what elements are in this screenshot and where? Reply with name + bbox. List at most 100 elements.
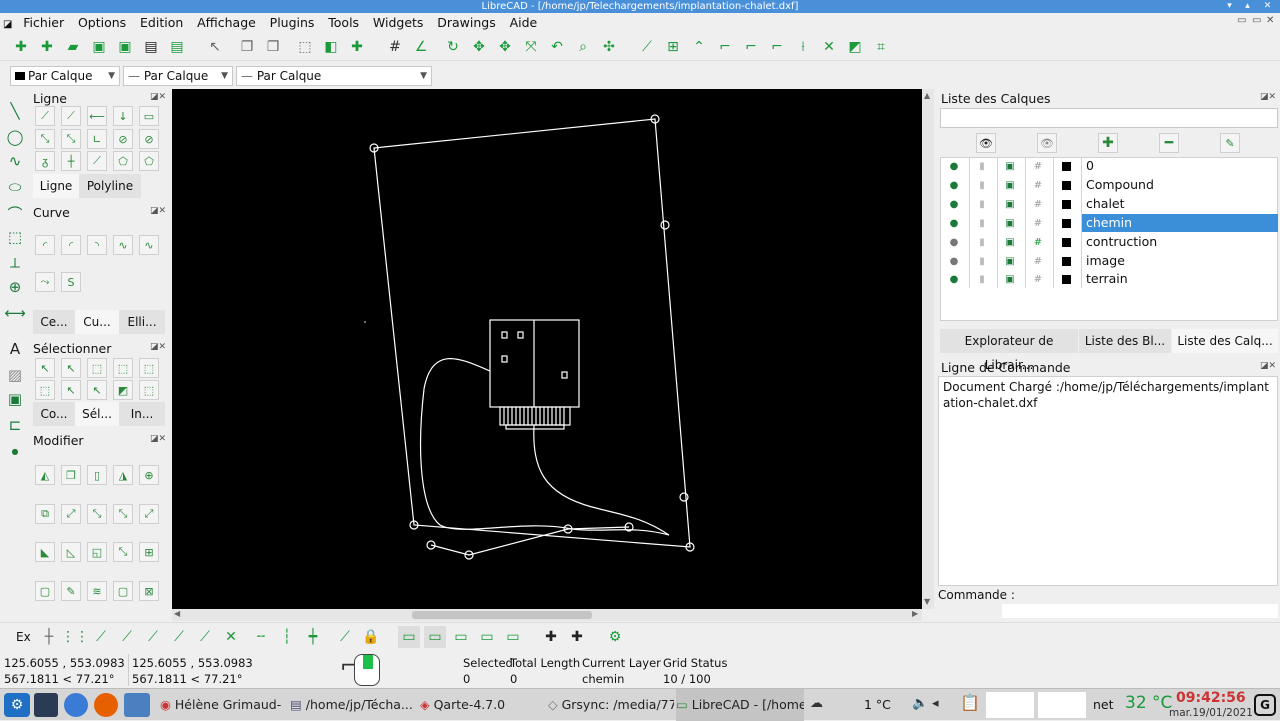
layer-row[interactable]: ● ▮ ▣ # contruction <box>940 233 1278 251</box>
view-monitor2-icon[interactable]: ▭ <box>424 626 446 648</box>
image-category-icon[interactable]: ▣ <box>4 388 26 410</box>
line-angle-icon[interactable]: ⟋ <box>61 106 81 126</box>
round-icon[interactable]: ◺ <box>61 542 81 562</box>
lock-icon[interactable]: ▮ <box>968 157 996 175</box>
visible-icon[interactable]: ● <box>940 214 968 232</box>
tab-curve[interactable]: Cu... <box>75 310 119 334</box>
show-all-layers-icon[interactable]: 👁 <box>976 133 996 153</box>
lengthen-icon[interactable]: ⤢ <box>139 504 159 524</box>
add-layer-icon[interactable]: ✚ <box>1098 133 1118 153</box>
snap-grid-icon[interactable]: ⋮⋮ <box>61 626 89 648</box>
hatch-category-icon[interactable]: ▨ <box>4 364 26 386</box>
menu-edition[interactable]: Edition <box>135 13 188 32</box>
text-category-icon[interactable]: A <box>4 338 26 360</box>
lock-icon[interactable]: ▮ <box>968 214 996 232</box>
mdi-restore-icon[interactable]: ▭ <box>1252 15 1261 26</box>
undo-icon[interactable]: ◧ <box>320 36 342 58</box>
lock-icon[interactable]: ▮ <box>968 233 996 251</box>
restrict-icon[interactable]: ◩ <box>844 36 866 58</box>
line-orthogonal-icon[interactable]: ∟ <box>87 129 107 149</box>
mirror-icon[interactable]: ◮ <box>113 465 133 485</box>
snap-entity-icon[interactable]: ⌐ <box>714 36 736 58</box>
line-vertical-icon[interactable]: ↓ <box>113 106 133 126</box>
tab-polyline[interactable]: Polyline <box>79 174 141 198</box>
add-block-icon[interactable]: ✚ <box>540 626 562 648</box>
circle-category-icon[interactable]: ◯ <box>4 126 26 148</box>
menu-widgets[interactable]: Widgets <box>368 13 429 32</box>
close-icon[interactable]: ◪✕ <box>1260 92 1276 102</box>
zoom-previous-icon[interactable]: ↶ <box>546 36 568 58</box>
select-intersected-icon[interactable]: ⬚ <box>139 358 159 378</box>
visible-icon[interactable]: ● <box>940 157 968 175</box>
ellipse-category-icon[interactable]: ⬭ <box>4 176 26 198</box>
block-explode-icon[interactable]: ▢ <box>113 581 133 601</box>
restrict-horizontal-icon[interactable]: ┿ <box>302 626 324 648</box>
visible-icon[interactable]: ● <box>940 176 968 194</box>
tab-library-explorer[interactable]: Explorateur de Librair... <box>940 329 1078 372</box>
paste-icon[interactable]: ❐ <box>262 36 284 58</box>
deselect-window-icon[interactable]: ⬚ <box>113 358 133 378</box>
tab-ligne[interactable]: Ligne <box>33 174 79 198</box>
snap-center-icon[interactable]: ⌐ <box>740 36 762 58</box>
print-icon[interactable]: ▣ <box>996 270 1024 288</box>
layer-row[interactable]: ● ▮ ▣ # chalet <box>940 195 1278 213</box>
line-perpendicular-icon[interactable]: ┼ <box>61 151 81 171</box>
relative-zero-icon[interactable]: ⌗ <box>870 36 892 58</box>
menu-options[interactable]: Options <box>73 13 131 32</box>
clock-date[interactable]: mar.19/01/2021 <box>1169 707 1253 719</box>
lock-icon[interactable]: ▮ <box>968 195 996 213</box>
mdi-close-icon[interactable]: ✕ <box>1266 15 1274 26</box>
task-folder[interactable]: ▤ /home/jp/Técha... <box>290 689 418 721</box>
invert-selection-icon[interactable]: ↖ <box>87 380 107 400</box>
visible-icon[interactable]: ● <box>940 195 968 213</box>
color-swatch[interactable] <box>1052 270 1080 288</box>
restrict-vertical-icon[interactable]: ┆ <box>276 626 298 648</box>
line-bisector-icon[interactable]: ⤡ <box>35 129 55 149</box>
close-button[interactable]: ✕ <box>1262 1 1273 12</box>
desktop-icon[interactable] <box>34 693 58 717</box>
task-librecad[interactable]: ▭ LibreCAD - [/home... <box>676 689 804 721</box>
offset-icon[interactable]: ◱ <box>87 542 107 562</box>
color-swatch[interactable] <box>1052 214 1080 232</box>
print-icon[interactable]: ▤ <box>140 36 162 58</box>
layer-filter-input[interactable] <box>940 108 1278 128</box>
visible-icon[interactable]: ● <box>940 270 968 288</box>
tab-layer-list[interactable]: Liste des Calq... <box>1172 329 1278 353</box>
color-swatch[interactable] <box>1052 157 1080 175</box>
pointer-icon[interactable]: ↖ <box>204 36 226 58</box>
edit-layer-icon[interactable]: ✎ <box>1220 133 1240 153</box>
print-icon[interactable]: ▣ <box>996 195 1024 213</box>
color-swatch[interactable] <box>1052 252 1080 270</box>
snap-middle-icon[interactable]: ⌐ <box>766 36 788 58</box>
hide-all-layers-icon[interactable]: 👁 <box>1037 133 1057 153</box>
scroll-down-icon[interactable]: ▼ <box>924 597 930 606</box>
explode-text-icon[interactable]: ≋ <box>87 581 107 601</box>
line-tangent-icon[interactable]: ⊘ <box>113 129 133 149</box>
add-block2-icon[interactable]: ✚ <box>566 626 588 648</box>
menu-plugins[interactable]: Plugins <box>265 13 320 32</box>
cut-icon[interactable]: ⬚ <box>294 36 316 58</box>
menu-drawings[interactable]: Drawings <box>432 13 501 32</box>
relative-zero-icon[interactable]: ⟋ <box>334 626 356 648</box>
print-icon[interactable]: ▣ <box>996 157 1024 175</box>
pen-linetype-select[interactable]: — Par Calque ▼ <box>236 66 432 86</box>
print-preview-icon[interactable]: ▤ <box>166 36 188 58</box>
print-icon[interactable]: ▣ <box>996 233 1024 251</box>
construction-icon[interactable]: # <box>1024 176 1052 194</box>
menu-aide[interactable]: Aide <box>505 13 543 32</box>
pen-color-select[interactable]: Par Calque ▼ <box>10 66 120 86</box>
scroll-right-icon[interactable]: ▶ <box>912 609 918 618</box>
clipboard-icon[interactable]: 📋 <box>960 693 980 712</box>
menu-fichier[interactable]: Fichier <box>18 13 69 32</box>
save-as-icon[interactable]: ▣ <box>114 36 136 58</box>
task-grsync[interactable]: ◇ Grsync: /media/77... <box>548 689 674 721</box>
measure-category-icon[interactable]: ⟷ <box>4 302 26 324</box>
trim-icon[interactable]: ⤢ <box>61 504 81 524</box>
close-icon[interactable]: ◪✕ <box>150 342 166 352</box>
view-monitor3-icon[interactable]: ▭ <box>450 626 472 648</box>
arc-tangent-icon[interactable]: ◝ <box>87 235 107 255</box>
delete-icon[interactable]: ⊠ <box>139 581 159 601</box>
edit-icon[interactable]: ✎ <box>61 581 81 601</box>
rotate-icon[interactable]: ⊕ <box>139 465 159 485</box>
open-file-icon[interactable]: ▰ <box>62 36 84 58</box>
